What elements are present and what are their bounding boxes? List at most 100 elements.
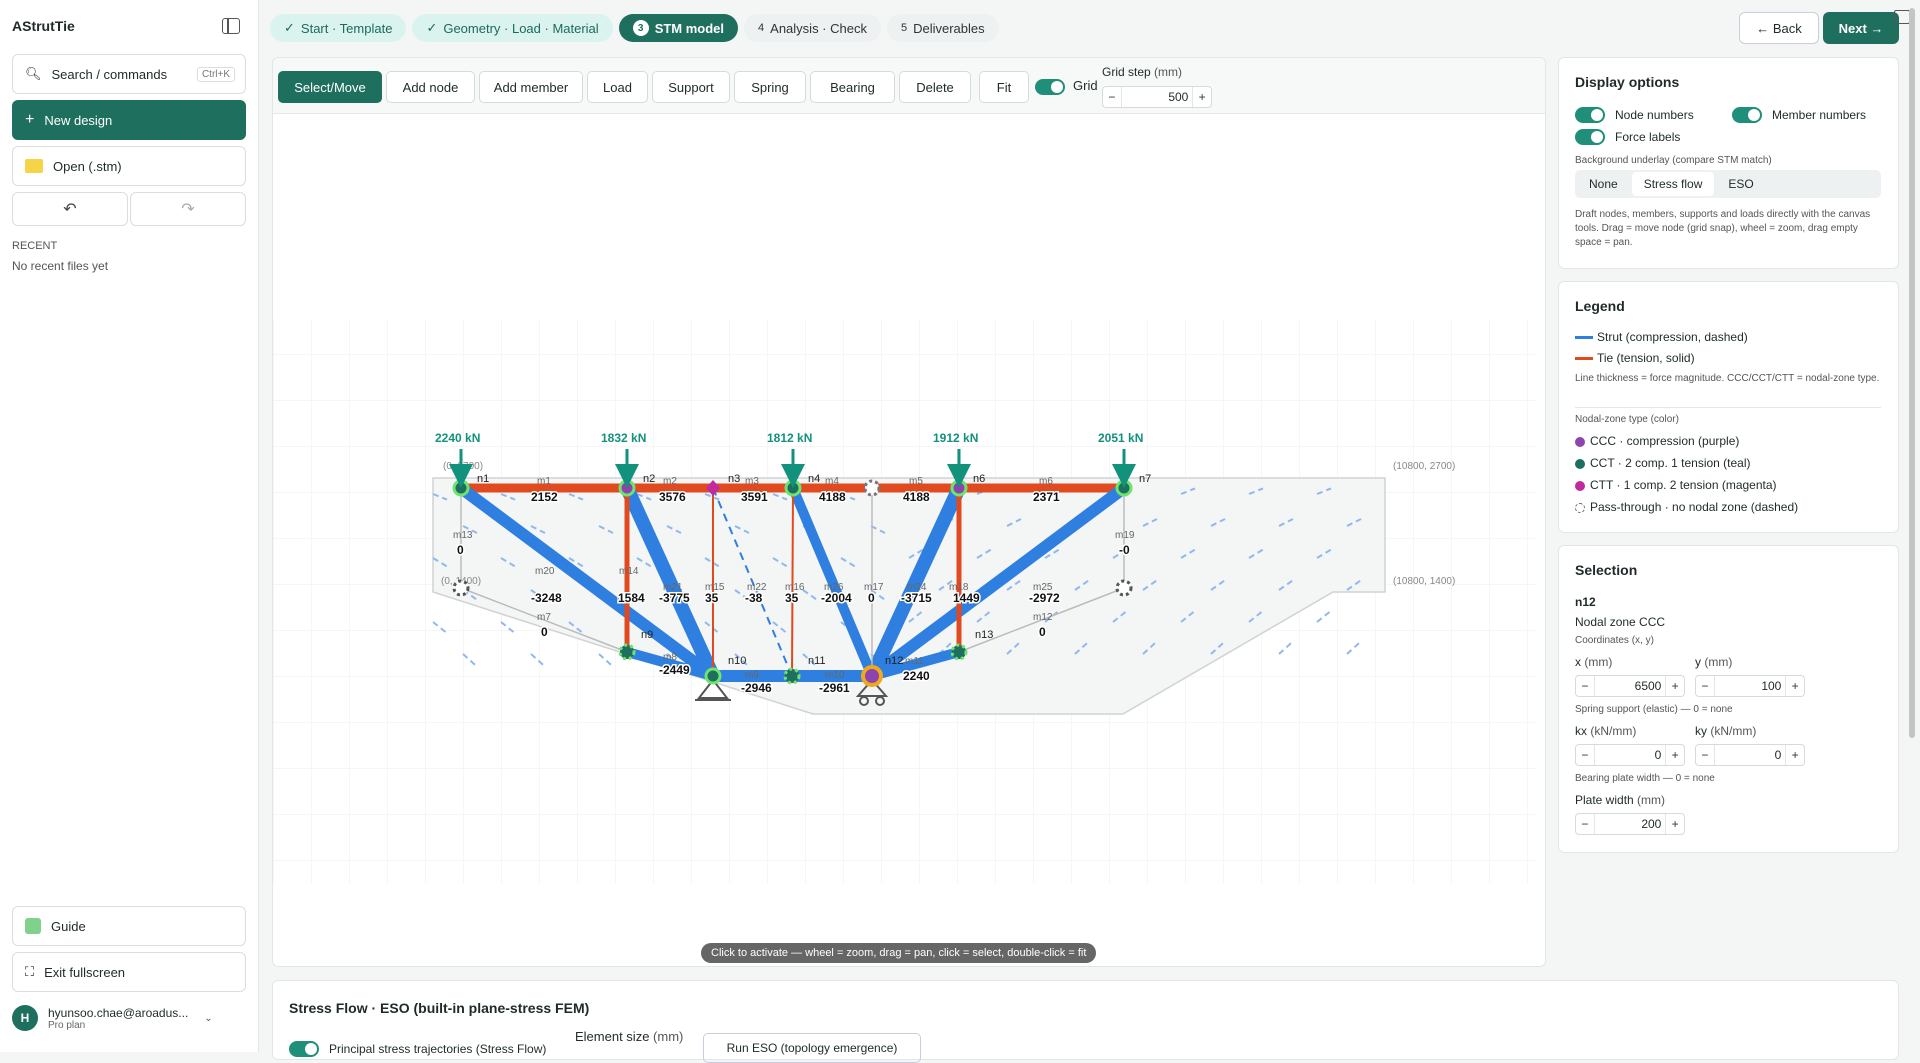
coord-mid-right: (10800, 1400): [1393, 576, 1455, 587]
decrement-button[interactable]: −: [1696, 748, 1714, 762]
tool-delete[interactable]: Delete: [899, 71, 971, 103]
increment-button[interactable]: +: [1666, 748, 1684, 762]
y-value[interactable]: 100: [1713, 676, 1787, 696]
element-size-label: Element size (mm): [575, 1029, 683, 1044]
decrement-button[interactable]: −: [1576, 817, 1594, 831]
increment-button[interactable]: +: [1786, 748, 1804, 762]
stm-canvas[interactable]: (0, 2700) (10800, 2700) (0, 1400) (10800…: [273, 114, 1546, 967]
plus-icon: +: [25, 111, 35, 128]
force-labels-toggle[interactable]: [1575, 129, 1605, 145]
member-label: m10: [825, 670, 845, 681]
new-design-button[interactable]: + New design: [12, 100, 246, 140]
tool-load[interactable]: Load: [587, 71, 648, 103]
plate-value[interactable]: 200: [1593, 814, 1667, 834]
ky-unit: (kN/mm): [1710, 724, 1757, 738]
underlay-none[interactable]: None: [1577, 172, 1630, 196]
increment-button[interactable]: +: [1666, 679, 1684, 693]
back-button[interactable]: ← Back: [1739, 12, 1819, 44]
selected-zone: Nodal zone CCC: [1575, 615, 1666, 629]
coord-top-right: (10800, 2700): [1393, 461, 1455, 472]
x-value[interactable]: 6500: [1593, 676, 1667, 696]
member-label: m4: [825, 476, 839, 487]
legend-tie: Tie (tension, solid): [1575, 351, 1695, 365]
underlay-stress-flow[interactable]: Stress flow: [1631, 172, 1715, 196]
step-stm-model[interactable]: 3 STM model: [618, 14, 739, 42]
step-start[interactable]: ✓ Start · Template: [270, 14, 407, 42]
redo-button[interactable]: ↷: [130, 192, 246, 226]
force-label: -2972: [1029, 591, 1060, 605]
guide-icon: [25, 918, 41, 934]
legend-title: Legend: [1575, 298, 1625, 314]
decrement-button[interactable]: −: [1576, 748, 1594, 762]
step-analysis[interactable]: 4 Analysis · Check: [744, 14, 881, 42]
member-label: m12: [1033, 612, 1053, 623]
undo-button[interactable]: ↶: [12, 192, 128, 226]
legend-pass-label: Pass-through · no nodal zone (dashed): [1590, 500, 1799, 514]
decrement-button[interactable]: −: [1696, 679, 1714, 693]
member-numbers-toggle[interactable]: [1732, 107, 1762, 123]
tool-spring[interactable]: Spring: [734, 71, 806, 103]
bearing-label: Bearing plate width — 0 = none: [1575, 773, 1715, 784]
tool-select-move[interactable]: Select/Move: [278, 71, 382, 103]
step-deliverables[interactable]: 5 Deliverables: [886, 14, 999, 42]
search-label: Search / commands: [51, 66, 168, 82]
x-label: x (mm): [1575, 655, 1612, 669]
panel-toggle-icon[interactable]: [1894, 10, 1910, 24]
search-icon: 🔍︎: [25, 66, 42, 81]
decrement-button[interactable]: −: [1576, 679, 1594, 693]
x-stepper[interactable]: −6500 +: [1575, 675, 1685, 697]
kx-value[interactable]: 0: [1593, 745, 1667, 765]
ky-stepper[interactable]: −0 +: [1695, 744, 1805, 766]
guide-button[interactable]: Guide: [12, 906, 246, 946]
plate-label: Plate width (mm): [1575, 793, 1665, 807]
tool-support[interactable]: Support: [652, 71, 730, 103]
grid-toggle[interactable]: [1035, 79, 1065, 95]
page-scrollbar[interactable]: [1909, 8, 1915, 738]
pass-dot: [1575, 502, 1585, 513]
load-label: 1812 kN: [767, 431, 812, 445]
legend-ctt: CTT · 1 comp. 2 tension (magenta): [1575, 478, 1777, 492]
tool-bearing[interactable]: Bearing: [810, 71, 895, 103]
open-file-button[interactable]: Open (.stm): [12, 146, 246, 186]
run-eso-button[interactable]: Run ESO (topology emergence): [703, 1033, 921, 1063]
grid-label: Grid: [1073, 78, 1098, 93]
user-menu[interactable]: H hyunsoo.chae@aroadus... Pro plan ⌄: [12, 1005, 213, 1031]
member-label: m13: [453, 530, 473, 541]
grid-step-stepper[interactable]: − 500 +: [1102, 86, 1212, 108]
increment-button[interactable]: +: [1193, 90, 1211, 104]
node-n6: [950, 479, 968, 497]
check-icon: ✓: [284, 20, 295, 35]
force-label: -3715: [901, 591, 932, 605]
stress-flow-title: Stress Flow · ESO (built-in plane-stress…: [289, 1000, 590, 1016]
y-stepper[interactable]: −100 +: [1695, 675, 1805, 697]
tool-add-node[interactable]: Add node: [386, 71, 475, 103]
node-n12-selected: [861, 665, 883, 687]
decrement-button[interactable]: −: [1103, 90, 1121, 104]
grid-step-value[interactable]: 500: [1120, 87, 1194, 107]
new-design-label: New design: [44, 112, 113, 128]
avatar: H: [12, 1005, 38, 1031]
tool-add-member[interactable]: Add member: [479, 71, 583, 103]
plate-width-stepper[interactable]: −200 +: [1575, 813, 1685, 835]
sidebar-toggle-icon[interactable]: [222, 18, 240, 34]
increment-button[interactable]: +: [1786, 679, 1804, 693]
search-commands-button[interactable]: 🔍︎ Search / commands Ctrl+K: [12, 54, 246, 94]
legend-panel: Legend Strut (compression, dashed) Tie (…: [1558, 281, 1899, 533]
increment-button[interactable]: +: [1666, 817, 1684, 831]
kx-stepper[interactable]: −0 +: [1575, 744, 1685, 766]
exit-fullscreen-button[interactable]: ⛶ Exit fullscreen: [12, 952, 246, 992]
load-label: 1912 kN: [933, 431, 978, 445]
node-numbers-toggle[interactable]: [1575, 107, 1605, 123]
load-label: 1832 kN: [601, 431, 646, 445]
step-geometry[interactable]: ✓ Geometry · Load · Material: [412, 14, 613, 42]
node-pass-through: [863, 479, 881, 497]
legend-ccc: CCC · compression (purple): [1575, 434, 1739, 448]
force-label: 1584: [618, 591, 645, 605]
trajectories-toggle[interactable]: [289, 1041, 319, 1057]
fit-button[interactable]: Fit: [979, 71, 1029, 103]
legend-tie-label: Tie (tension, solid): [1597, 351, 1695, 365]
next-button[interactable]: Next →: [1823, 12, 1899, 44]
underlay-eso[interactable]: ESO: [1716, 172, 1765, 196]
ky-value[interactable]: 0: [1713, 745, 1787, 765]
member-label: m20: [535, 566, 555, 577]
